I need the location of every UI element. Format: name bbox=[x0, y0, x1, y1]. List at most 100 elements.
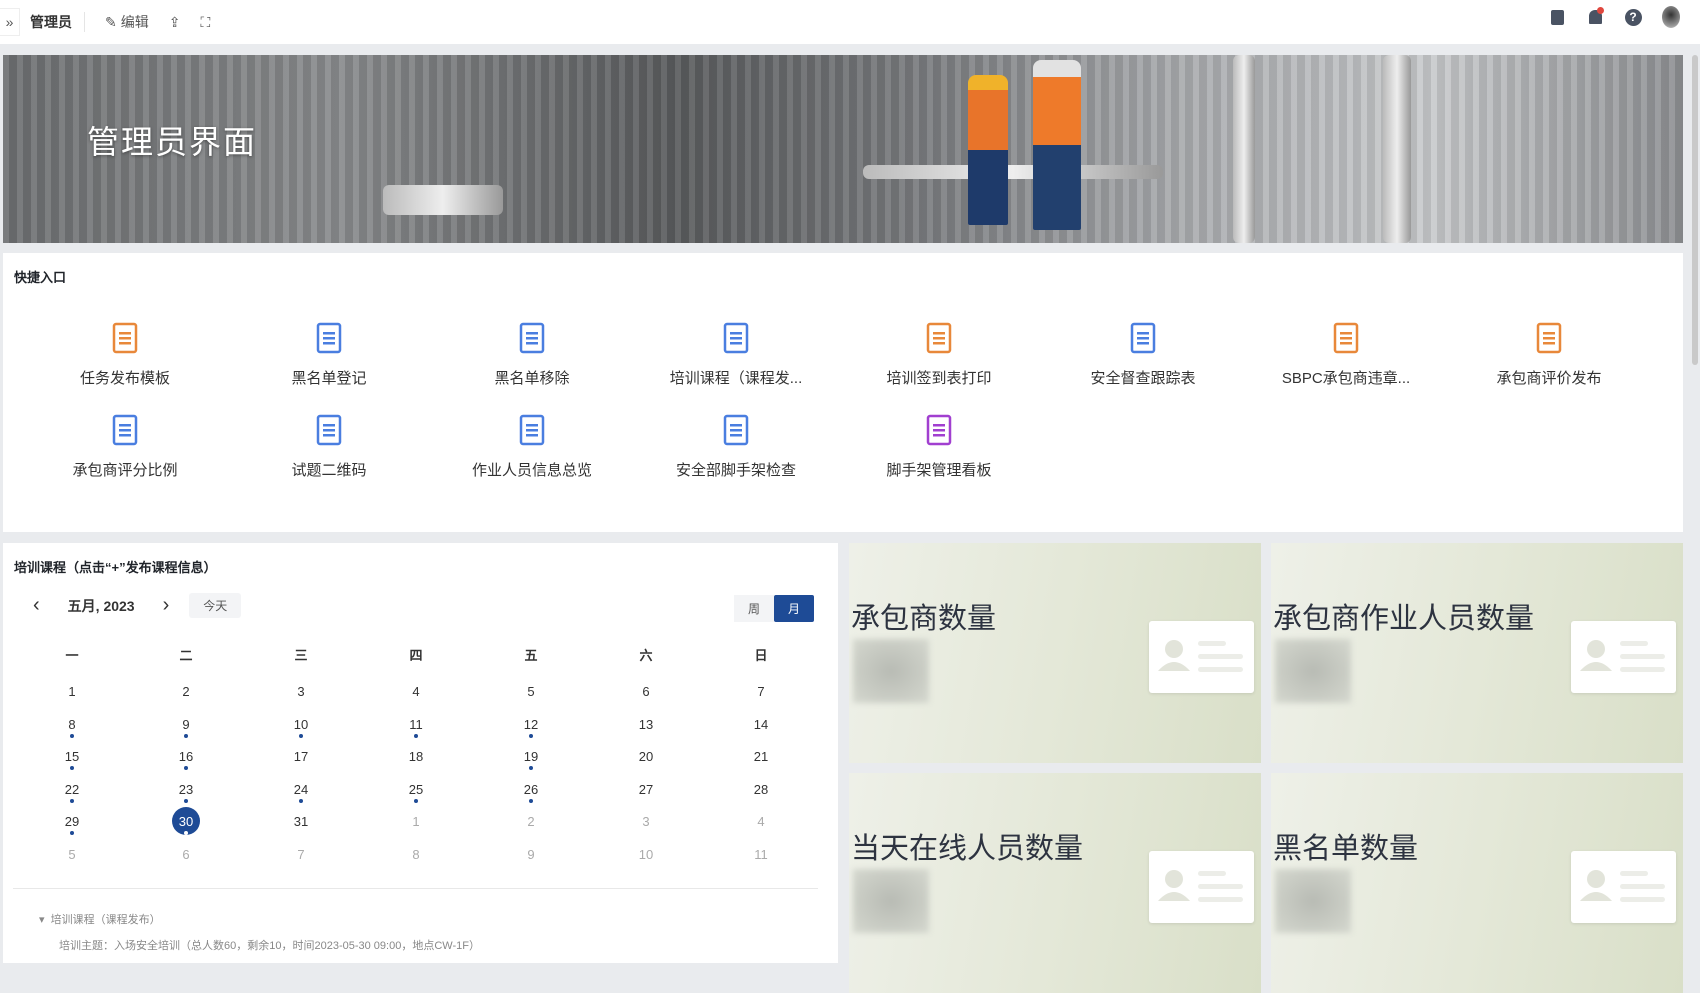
calendar-day[interactable]: 5 bbox=[52, 847, 92, 862]
training-calendar: 培训课程（点击“+”发布课程信息） ‹ 五月, 2023 › 今天 周 月 一 二… bbox=[3, 543, 838, 963]
calendar-day[interactable]: 10 bbox=[281, 717, 321, 738]
quick-entry-item[interactable]: 脚手架管理看板 bbox=[839, 413, 1039, 480]
prev-month-icon[interactable]: ‹ bbox=[33, 594, 40, 617]
quick-entry-item[interactable]: 作业人员信息总览 bbox=[432, 413, 632, 480]
calendar-day[interactable]: 20 bbox=[626, 749, 666, 764]
calendar-day[interactable]: 3 bbox=[626, 814, 666, 829]
quick-entry-label: 黑名单登记 bbox=[291, 370, 367, 387]
calendar-day[interactable]: 8 bbox=[396, 847, 436, 862]
help-icon[interactable]: ? bbox=[1624, 8, 1642, 26]
quick-entry-item[interactable]: 培训课程（课程发... bbox=[636, 321, 836, 388]
calendar-day[interactable]: 26 bbox=[511, 782, 551, 803]
calendar-day[interactable]: 27 bbox=[626, 782, 666, 797]
day-number: 28 bbox=[753, 782, 769, 797]
calendar-day[interactable]: 9 bbox=[166, 717, 206, 738]
calendar-day[interactable]: 13 bbox=[626, 717, 666, 732]
month-view-button[interactable]: 月 bbox=[773, 595, 814, 622]
expand-sidebar-icon[interactable]: » bbox=[0, 8, 20, 36]
calendar-day[interactable]: 6 bbox=[626, 684, 666, 699]
calendar-day[interactable]: 7 bbox=[281, 847, 321, 862]
calendar-day[interactable]: 23 bbox=[166, 782, 206, 803]
calendar-day[interactable]: 5 bbox=[511, 684, 551, 699]
day-number: 4 bbox=[412, 684, 420, 699]
today-button[interactable]: 今天 bbox=[189, 593, 242, 618]
quick-entry-label: 培训课程（课程发... bbox=[669, 370, 803, 387]
calendar-day[interactable]: 29 bbox=[52, 814, 92, 835]
calendar-day[interactable]: 1 bbox=[52, 684, 92, 699]
event-detail[interactable]: 培训主题：入场安全培训（总人数60，剩余10，时间2023-05-30 09:0… bbox=[59, 937, 480, 953]
day-number: 21 bbox=[753, 749, 769, 764]
calendar-day[interactable]: 14 bbox=[741, 717, 781, 732]
calendar-day[interactable]: 25 bbox=[396, 782, 436, 803]
stat-card[interactable]: 当天在线人员数量 bbox=[849, 773, 1261, 993]
calendar-day[interactable]: 12 bbox=[511, 717, 551, 738]
quick-entry-label: 黑名单移除 bbox=[494, 370, 570, 387]
quick-entry-label: 试题二维码 bbox=[291, 462, 367, 479]
calendar-day[interactable]: 18 bbox=[396, 749, 436, 764]
quick-entry-item[interactable]: 培训签到表打印 bbox=[839, 321, 1039, 388]
calendar-day[interactable]: 17 bbox=[281, 749, 321, 764]
calendar-day[interactable]: 19 bbox=[511, 749, 551, 770]
document-icon bbox=[925, 321, 953, 355]
document-icon bbox=[925, 413, 953, 447]
event-dot bbox=[184, 831, 188, 835]
calendar-day[interactable]: 22 bbox=[52, 782, 92, 803]
quick-entry-item[interactable]: 安全部脚手架检查 bbox=[636, 413, 836, 480]
next-month-icon[interactable]: › bbox=[163, 594, 170, 617]
calendar-day[interactable]: 9 bbox=[511, 847, 551, 862]
stat-card[interactable]: 黑名单数量 bbox=[1271, 773, 1683, 993]
stat-label: 当天在线人员数量 bbox=[851, 833, 1084, 865]
fullscreen-icon[interactable]: ⛶ bbox=[200, 14, 210, 31]
quick-entry-item[interactable]: 承包商评分比例 bbox=[25, 413, 225, 480]
document-icon bbox=[315, 321, 343, 355]
quick-entry-item[interactable]: 黑名单移除 bbox=[432, 321, 632, 388]
weekday-header: 一 bbox=[65, 648, 79, 663]
edit-button[interactable]: ✎ 编辑 bbox=[105, 12, 149, 32]
notebook-icon[interactable] bbox=[1548, 8, 1566, 26]
calendar-day[interactable]: 3 bbox=[281, 684, 321, 699]
calendar-day[interactable]: 10 bbox=[626, 847, 666, 862]
scrollbar[interactable] bbox=[1692, 55, 1698, 365]
day-number: 29 bbox=[64, 814, 80, 829]
id-card-icon bbox=[1571, 621, 1676, 693]
quick-entry-item[interactable]: 承包商评价发布 bbox=[1449, 321, 1649, 388]
calendar-day[interactable]: 28 bbox=[741, 782, 781, 797]
week-view-button[interactable]: 周 bbox=[733, 595, 774, 622]
calendar-day[interactable]: 1 bbox=[396, 814, 436, 829]
avatar[interactable] bbox=[1662, 6, 1680, 28]
share-icon[interactable]: ⇪ bbox=[169, 14, 181, 31]
quick-entry-item[interactable]: 任务发布模板 bbox=[25, 321, 225, 388]
stat-card[interactable]: 承包商作业人员数量 bbox=[1271, 543, 1683, 763]
calendar-day[interactable]: 6 bbox=[166, 847, 206, 862]
calendar-day[interactable]: 21 bbox=[741, 749, 781, 764]
bell-icon[interactable] bbox=[1586, 7, 1604, 26]
calendar-day[interactable]: 31 bbox=[281, 814, 321, 829]
calendar-day[interactable]: 15 bbox=[52, 749, 92, 770]
quick-entry-item[interactable]: 黑名单登记 bbox=[229, 321, 429, 388]
calendar-day[interactable]: 4 bbox=[741, 814, 781, 829]
calendar-day[interactable]: 11 bbox=[396, 717, 436, 738]
quick-entry-item[interactable]: SBPC承包商违章... bbox=[1246, 321, 1446, 388]
calendar-day[interactable]: 16 bbox=[166, 749, 206, 770]
calendar-day[interactable]: 2 bbox=[166, 684, 206, 699]
quick-entry-item[interactable]: 安全督查跟踪表 bbox=[1043, 321, 1243, 388]
event-dot bbox=[529, 734, 533, 738]
calendar-day[interactable]: 2 bbox=[511, 814, 551, 829]
day-number: 9 bbox=[182, 717, 190, 732]
calendar-title: 培训课程（点击“+”发布课程信息） bbox=[14, 560, 217, 575]
calendar-day[interactable]: 8 bbox=[52, 717, 92, 738]
day-number: 30 bbox=[178, 814, 194, 829]
weekday-header: 三 bbox=[294, 648, 308, 663]
calendar-day[interactable]: 30 bbox=[166, 807, 206, 835]
caret-down-icon: ▾ bbox=[39, 914, 45, 926]
calendar-day[interactable]: 11 bbox=[741, 847, 781, 862]
banner-title: 管理员界面 bbox=[87, 124, 258, 160]
day-number: 1 bbox=[412, 814, 420, 829]
calendar-day[interactable]: 24 bbox=[281, 782, 321, 803]
calendar-day[interactable]: 4 bbox=[396, 684, 436, 699]
stat-label: 承包商数量 bbox=[851, 603, 997, 635]
stat-card[interactable]: 承包商数量 bbox=[849, 543, 1261, 763]
quick-entry-item[interactable]: 试题二维码 bbox=[229, 413, 429, 480]
calendar-day[interactable]: 7 bbox=[741, 684, 781, 699]
section-toggle[interactable]: ▾ 培训课程（课程发布） bbox=[39, 911, 161, 927]
